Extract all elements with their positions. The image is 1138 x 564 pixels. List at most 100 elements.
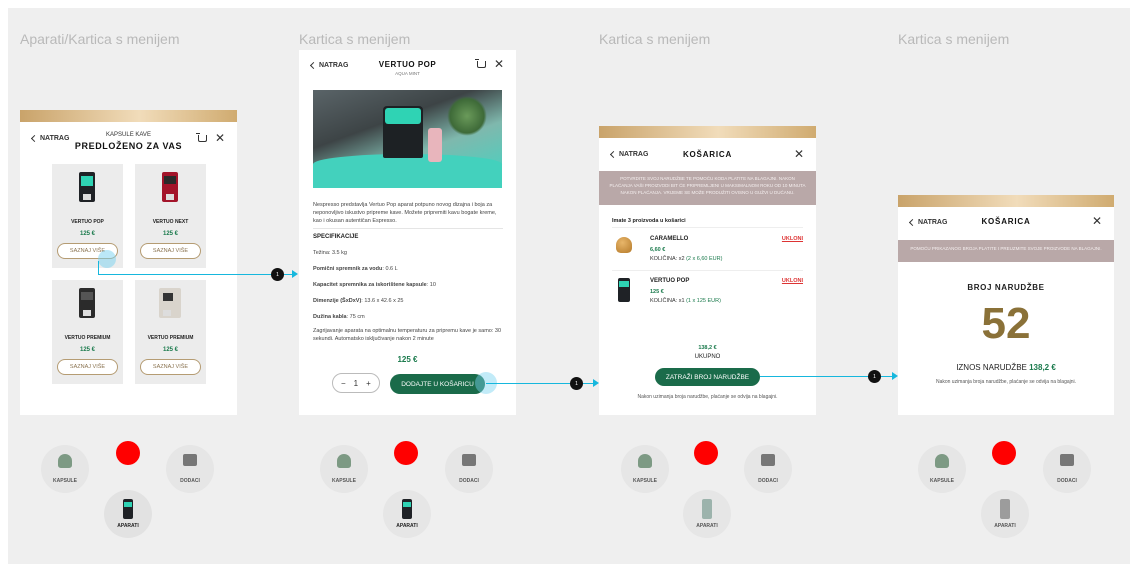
nav-capsules[interactable]: KAPSULE xyxy=(621,445,669,493)
cart-icon[interactable] xyxy=(195,132,207,142)
machine-image xyxy=(79,288,95,318)
notification-dot xyxy=(694,441,718,465)
heating-note: Zagrijavanje aparata na optimalnu temper… xyxy=(313,328,502,342)
frame-label-1: Aparati/Kartica s menijem xyxy=(20,31,180,47)
request-order-number-button[interactable]: ZATRAŽI BROJ NARUDŽBE xyxy=(655,368,760,386)
cart-title: KOŠARICA xyxy=(682,150,733,159)
item-name: CARAMELLO xyxy=(650,236,689,242)
nav-accessories[interactable]: DODACI xyxy=(744,445,792,493)
screen4-header: NATRAG KOŠARICA ✕ xyxy=(898,207,1114,241)
nav-capsules[interactable]: KAPSULE xyxy=(320,445,368,493)
quantity-value: 1 xyxy=(353,378,359,388)
accessories-icon xyxy=(1060,454,1074,466)
product-card[interactable]: VERTUO PREMIUM 125 € SAZNAJ VIŠE xyxy=(52,280,123,384)
remove-link[interactable]: UKLONI xyxy=(782,236,803,242)
quantity-stepper[interactable]: − 1 + xyxy=(332,373,380,393)
amount-value: 138,2 € xyxy=(1029,363,1056,372)
learn-more-button[interactable]: SAZNAJ VIŠE xyxy=(140,243,201,259)
close-icon[interactable]: ✕ xyxy=(494,58,504,70)
machine-image xyxy=(159,288,181,318)
screen-cart: NATRAG KOŠARICA ✕ POTVRDITE SVOJ NARUDŽB… xyxy=(599,126,816,415)
machine-icon xyxy=(1000,499,1010,519)
spec-row: Kapacitet spremnika za iskorištene kapsu… xyxy=(313,282,436,288)
frame-label-2: Kartica s menijem xyxy=(299,31,411,47)
nav-accessories[interactable]: DODACI xyxy=(166,445,214,493)
close-icon[interactable]: ✕ xyxy=(215,132,225,144)
flow-step-marker: 1 xyxy=(868,370,881,383)
nav-machines[interactable]: APARATI xyxy=(104,490,152,538)
product-price: 125 € xyxy=(397,355,418,364)
product-name: VERTUO NEXT xyxy=(152,219,189,225)
screen3-header: NATRAG KOŠARICA ✕ xyxy=(599,138,816,172)
spec-row: Dužina kabla: 75 cm xyxy=(313,314,365,320)
product-card[interactable]: VERTUO NEXT 125 € SAZNAJ VIŠE xyxy=(135,164,206,268)
info-banner: POMOĆU PRIKAZANOG BROJA PLATITE I PREUZM… xyxy=(898,240,1114,262)
cart-title: KOŠARICA xyxy=(981,217,1031,226)
gold-header-bar xyxy=(599,126,816,138)
capsule-icon xyxy=(337,454,351,468)
nav-capsules[interactable]: KAPSULE xyxy=(41,445,89,493)
notification-dot xyxy=(992,441,1016,465)
header-icons: ✕ xyxy=(1092,215,1102,227)
machine-image xyxy=(162,172,178,202)
flow-step-marker: 1 xyxy=(271,268,284,281)
nav-capsules[interactable]: KAPSULE xyxy=(918,445,966,493)
product-card[interactable]: VERTUO PREMIUM 125 € SAZNAJ VIŠE xyxy=(135,280,206,384)
add-to-cart-button[interactable]: DODAJTE U KOŠARICU xyxy=(390,374,485,394)
item-price: 125 € xyxy=(650,289,664,295)
nav-machines[interactable]: APARATI xyxy=(383,490,431,538)
item-name: VERTUO POP xyxy=(650,278,690,284)
machine-image xyxy=(618,278,630,302)
close-icon[interactable]: ✕ xyxy=(794,148,804,160)
cart-count: Imate 3 proizvoda u košarici xyxy=(612,218,686,224)
machine-icon xyxy=(123,499,133,519)
product-hero-image xyxy=(313,90,502,188)
info-banner: POTVRDITE SVOJ NARUDŽBE TE POMOĆU KODA P… xyxy=(599,171,816,205)
machine-image xyxy=(79,172,95,202)
cart-item: CARAMELLO 6,60 € KOLIČINA: x2 (2 x 6,60 … xyxy=(612,234,803,270)
product-name: VERTUO POP xyxy=(71,219,104,225)
cart-item: VERTUO POP 125 € KOLIČINA: x1 (1 x 125 E… xyxy=(612,276,803,312)
machine-icon xyxy=(702,499,712,519)
learn-more-button[interactable]: SAZNAJ VIŠE xyxy=(57,359,118,375)
product-name: VERTUO PREMIUM xyxy=(64,335,111,341)
nav-machines[interactable]: APARATI xyxy=(683,490,731,538)
product-card[interactable]: VERTUO POP 125 € SAZNAJ VIŠE xyxy=(52,164,123,268)
flow-step-marker: 1 xyxy=(570,377,583,390)
header-icons: ✕ xyxy=(195,132,225,144)
product-price: 125 € xyxy=(79,347,95,353)
learn-more-button[interactable]: SAZNAJ VIŠE xyxy=(140,359,201,375)
arrow-right-icon xyxy=(292,270,298,278)
spec-row: Težina: 3.5 kg xyxy=(313,250,347,256)
accessories-icon xyxy=(462,454,476,466)
nav-accessories[interactable]: DODACI xyxy=(1043,445,1091,493)
screen-order-number: NATRAG KOŠARICA ✕ POMOĆU PRIKAZANOG BROJ… xyxy=(898,195,1114,415)
total-label: UKUPNO xyxy=(694,354,721,360)
gold-header-bar xyxy=(20,110,237,122)
cart-total: 138,2 € xyxy=(698,345,717,351)
capsule-icon xyxy=(58,454,72,468)
capsule-image xyxy=(616,237,632,253)
item-price: 6,60 € xyxy=(650,247,666,253)
screen2-header: NATRAG VERTUO POP AQUA MINT ✕ xyxy=(299,50,516,86)
frame-label-3: Kartica s menijem xyxy=(599,31,711,47)
nav-machines[interactable]: APARATI xyxy=(981,490,1029,538)
screen-product-detail: NATRAG VERTUO POP AQUA MINT ✕ Nespresso … xyxy=(299,50,516,415)
nav-accessories[interactable]: DODACI xyxy=(445,445,493,493)
plus-button[interactable]: + xyxy=(366,379,371,388)
close-icon[interactable]: ✕ xyxy=(1092,215,1102,227)
cart-icon[interactable] xyxy=(474,58,486,68)
minus-button[interactable]: − xyxy=(341,379,346,388)
product-price: 125 € xyxy=(162,347,178,353)
machine-icon xyxy=(402,499,412,519)
capsule-icon xyxy=(638,454,652,468)
remove-link[interactable]: UKLONI xyxy=(782,278,803,284)
order-number: 52 xyxy=(981,299,1031,348)
capsule-icon xyxy=(935,454,949,468)
order-amount: IZNOS NARUDŽBE 138,2 € xyxy=(898,363,1114,372)
gold-header-bar xyxy=(898,195,1114,207)
cart-footer-note: Nakon uzimanja broja narudžbe, plaćanje … xyxy=(637,394,778,400)
product-price: 125 € xyxy=(162,231,178,237)
product-price: 125 € xyxy=(79,231,95,237)
amount-label: IZNOS NARUDŽBE xyxy=(956,363,1027,372)
